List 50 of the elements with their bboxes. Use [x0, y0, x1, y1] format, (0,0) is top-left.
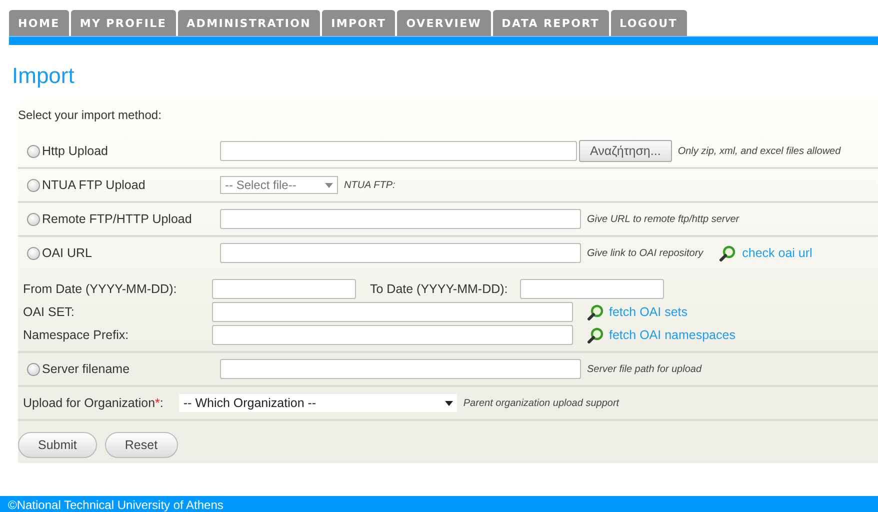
url-field[interactable]	[220, 209, 581, 229]
url-field[interactable]	[220, 359, 581, 379]
file-path-field[interactable]	[220, 141, 577, 161]
radio-button[interactable]	[27, 362, 40, 376]
fetch-link[interactable]: fetch OAI namespaces	[609, 328, 736, 342]
radio-button[interactable]	[27, 178, 40, 192]
option-label: NTUA FTP Upload	[42, 178, 146, 192]
page-title: Import	[12, 63, 74, 89]
field-label: Upload for Organization*:	[23, 396, 164, 410]
hint-text: NTUA FTP:	[344, 180, 396, 190]
nav-tab[interactable]: IMPORT	[322, 10, 396, 36]
nav-tab[interactable]: ADMINISTRATION	[178, 10, 320, 36]
hint-text: Give link to OAI repository	[587, 248, 704, 258]
option-label: Remote FTP/HTTP Upload	[42, 212, 192, 226]
instruction-text: Select your import method:	[18, 108, 162, 122]
field-label: To Date (YYYY-MM-DD):	[370, 282, 508, 296]
nav-tab[interactable]: DATA REPORT	[492, 10, 609, 36]
nav-tab[interactable]: OVERVIEW	[397, 10, 491, 36]
set-field[interactable]	[212, 302, 573, 322]
radio-button[interactable]	[27, 212, 40, 226]
nav-tab[interactable]: HOME	[9, 10, 69, 36]
date-field[interactable]	[520, 279, 664, 299]
check-link[interactable]: check oai url	[742, 246, 812, 260]
fetch-link[interactable]: fetch OAI sets	[609, 305, 688, 319]
option-label: OAI URL	[42, 246, 92, 260]
file-dropdown[interactable]: -- Select file--	[220, 176, 338, 194]
field-label: OAI SET:	[23, 305, 76, 319]
nav-tab[interactable]: LOGOUT	[610, 10, 686, 36]
hint-text: Only zip, xml, and excel files allowed	[678, 146, 841, 156]
prefix-field[interactable]	[212, 325, 573, 345]
search-icon[interactable]	[587, 304, 604, 320]
hint-text: Parent organization upload support	[463, 398, 620, 408]
radio-button[interactable]	[27, 246, 40, 260]
url-field[interactable]	[220, 243, 581, 263]
date-field[interactable]	[212, 279, 356, 299]
search-icon[interactable]	[719, 244, 736, 262]
hint-text: Give URL to remote ftp/http server	[587, 214, 740, 224]
organization-dropdown[interactable]: -- Which Organization --	[179, 394, 458, 412]
copyright-text: ©National Technical University of Athens	[8, 498, 224, 512]
reset-button[interactable]: Reset	[104, 432, 178, 458]
radio-button[interactable]	[27, 144, 40, 158]
nav-tab[interactable]: MY PROFILE	[70, 10, 176, 36]
search-icon[interactable]	[587, 326, 604, 344]
browse-button[interactable]: Αναζήτηση...	[579, 140, 672, 162]
hint-text: Server file path for upload	[587, 364, 702, 374]
option-label: Server filename	[42, 362, 130, 376]
submit-button[interactable]: Submit	[18, 432, 97, 458]
option-label: Http Upload	[42, 144, 108, 158]
field-label: Namespace Prefix:	[23, 328, 130, 342]
field-label: From Date (YYYY-MM-DD):	[23, 282, 178, 296]
